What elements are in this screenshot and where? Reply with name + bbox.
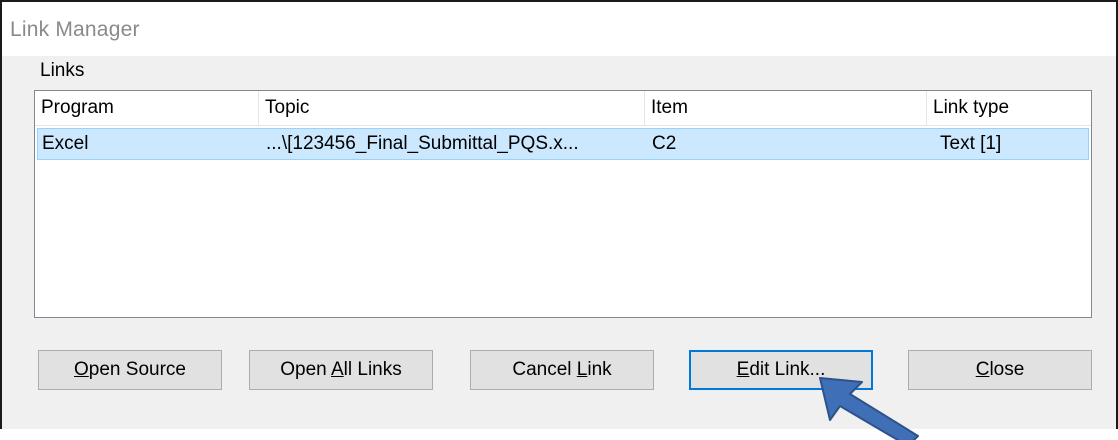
title-bar[interactable]: Link Manager [2, 2, 1116, 56]
open-all-links-label-pre: Open [280, 359, 331, 380]
cell-link-type: Text [1] [940, 133, 1002, 154]
open-all-links-mnemonic: A [330, 359, 344, 380]
list-header: Program Topic Item Link type [35, 91, 1091, 126]
column-header-program[interactable]: Program [35, 91, 259, 125]
open-all-links-label-post: ll Links [343, 359, 402, 380]
table-row[interactable]: Excel ...\[123456_Final_Submittal_PQS.x.… [37, 128, 1089, 160]
open-all-links-button[interactable]: Open All Links [249, 350, 433, 390]
open-source-mnemonic: O [74, 359, 89, 380]
close-mnemonic: C [975, 359, 990, 380]
links-group-label: Links [40, 60, 85, 81]
open-source-label-post: pen Source [88, 359, 186, 380]
link-manager-dialog: Link Manager Links Program Topic Item Li… [0, 0, 1118, 429]
cell-program: Excel [42, 133, 89, 154]
column-header-item[interactable]: Item [645, 91, 927, 125]
cancel-link-label-pre: Cancel [512, 359, 577, 380]
links-listview[interactable]: Program Topic Item Link type Excel ...\[… [34, 90, 1092, 318]
cell-topic: ...\[123456_Final_Submittal_PQS.x... [266, 133, 579, 154]
column-header-link-type[interactable]: Link type [927, 91, 1091, 125]
close-label-post: lose [989, 359, 1025, 380]
window-title: Link Manager [10, 18, 140, 41]
edit-link-mnemonic: E [736, 359, 750, 380]
arrow-pointer-icon [819, 377, 919, 440]
cancel-link-label-post: ink [587, 359, 612, 380]
cancel-link-mnemonic: L [576, 359, 588, 380]
open-source-button[interactable]: Open Source [38, 350, 222, 390]
cell-item: C2 [652, 133, 677, 154]
cancel-link-button[interactable]: Cancel Link [470, 350, 654, 390]
column-header-topic[interactable]: Topic [259, 91, 645, 125]
